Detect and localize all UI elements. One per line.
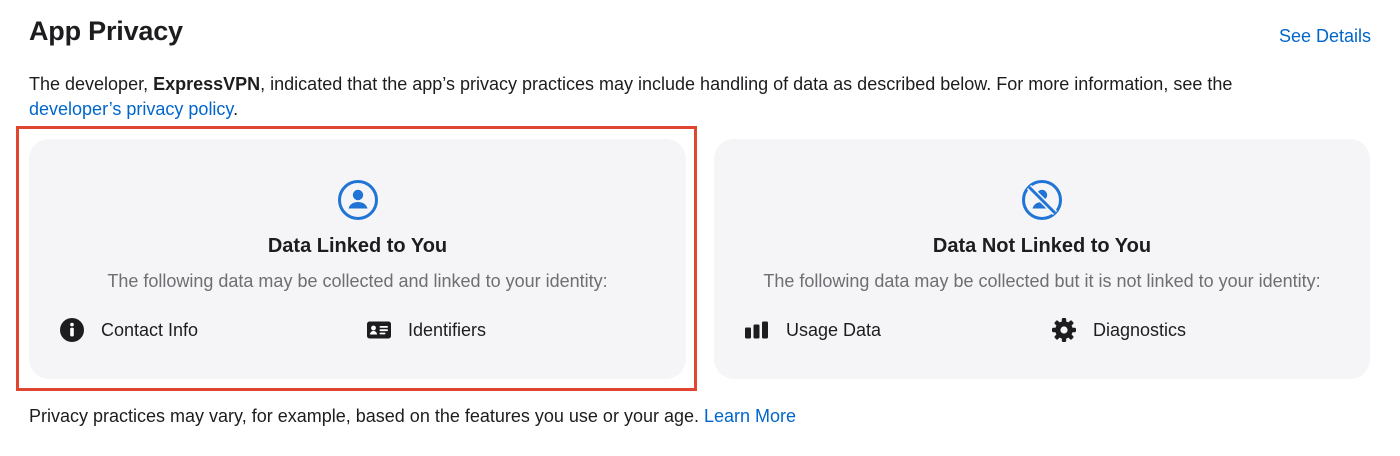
- id-card-icon: [366, 317, 392, 343]
- data-item-contact-info: Contact Info: [59, 317, 198, 343]
- data-not-linked-card: Data Not Linked to You The following dat…: [714, 139, 1370, 379]
- data-linked-card: Data Linked to You The following data ma…: [29, 139, 686, 379]
- data-linked-description: The following data may be collected and …: [107, 271, 608, 291]
- data-item-label: Identifiers: [408, 319, 487, 340]
- developer-name: ExpressVPN: [153, 74, 261, 94]
- data-item-label: Diagnostics: [1093, 319, 1187, 340]
- data-item-label: Usage Data: [786, 319, 882, 340]
- data-item-diagnostics: Diagnostics: [1051, 317, 1186, 343]
- gear-icon: [1051, 317, 1077, 343]
- bar-chart-icon: [744, 317, 770, 343]
- page-title: App Privacy: [29, 16, 183, 46]
- person-circle-icon: [336, 178, 380, 222]
- privacy-policy-link[interactable]: developer’s privacy policy: [29, 99, 233, 119]
- intro-prefix: The developer,: [29, 74, 154, 94]
- intro-text: The developer, ExpressVPN, indicated tha…: [29, 72, 1329, 122]
- info-circle-icon: [59, 317, 85, 343]
- data-not-linked-description: The following data may be collected but …: [763, 271, 1321, 291]
- data-linked-title: Data Linked to You: [267, 235, 448, 257]
- see-details-link[interactable]: See Details: [1279, 26, 1371, 47]
- data-not-linked-title: Data Not Linked to You: [932, 235, 1152, 257]
- intro-middle: , indicated that the app’s privacy pract…: [260, 74, 1233, 94]
- learn-more-link[interactable]: Learn More: [704, 406, 796, 426]
- data-item-label: Contact Info: [101, 319, 199, 340]
- person-crossed-circle-icon: [1020, 178, 1064, 222]
- data-item-usage-data: Usage Data: [744, 317, 881, 343]
- data-item-identifiers: Identifiers: [366, 317, 486, 343]
- intro-suffix: .: [233, 99, 239, 119]
- footer-text: Privacy practices may vary, for example,…: [29, 406, 699, 426]
- footer-note: Privacy practices may vary, for example,…: [29, 406, 796, 427]
